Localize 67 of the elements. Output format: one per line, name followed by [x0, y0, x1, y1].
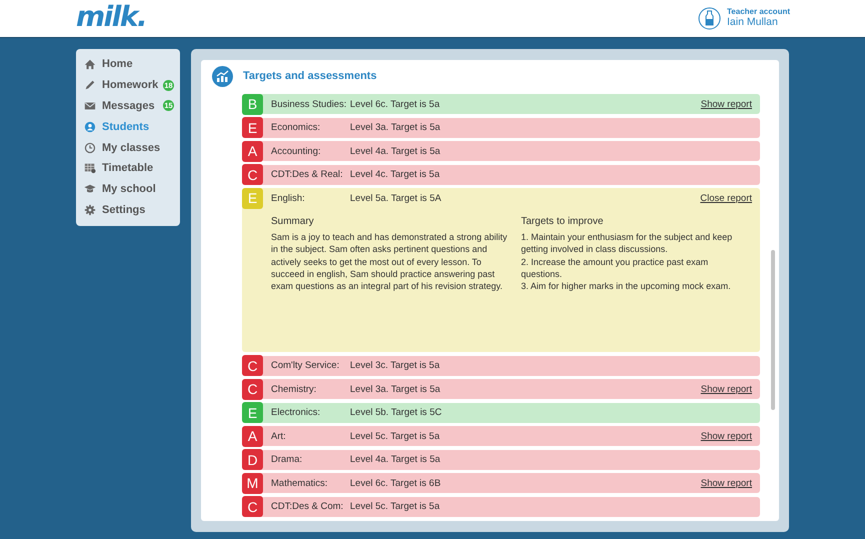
person-icon: [84, 120, 96, 133]
target-item: 1. Maintain your enthusiasm for the subject and keep getting involved in class discussions.: [521, 231, 734, 256]
level-text: Level 4c. Target is 5a: [350, 169, 441, 180]
level-text: Level 3a. Target is 5a: [350, 122, 442, 133]
grade-badge: A: [242, 140, 263, 162]
nav-item[interactable]: My school: [76, 178, 180, 200]
subject-name: Chemistry:: [271, 384, 318, 394]
subject-name: Com'lty Service:: [271, 360, 340, 371]
grade-badge: E: [242, 402, 263, 423]
grade-badge: E: [242, 117, 263, 138]
target-item: 3. Aim for higher marks in the upcoming mock exam.: [521, 280, 732, 292]
envelope-icon: [84, 100, 96, 112]
home-icon: [84, 58, 96, 70]
milk-logo: milk.: [76, 2, 146, 30]
account-type: Teacher account: [727, 8, 790, 17]
grade-badge: B: [242, 94, 263, 114]
grade-badge: M: [242, 472, 263, 494]
level-text: Level 3a. Target is 5a: [350, 384, 442, 394]
subject-name: Drama:: [271, 454, 304, 465]
grade-badge: D: [242, 449, 263, 470]
subject-name: CDT:Des & Real:: [271, 169, 344, 180]
level-text: Level 5c. Target is 5a: [350, 501, 441, 512]
show-report-link[interactable]: Show report: [700, 478, 752, 488]
subject-name: Mathematics:: [271, 478, 328, 488]
grid-icon: [84, 162, 96, 174]
subject-name: Electronics:: [271, 407, 322, 418]
cap-icon: [84, 183, 96, 196]
targets-heading: Targets to improve: [521, 216, 604, 228]
level-text: Level 6c. Target is 5a: [350, 98, 441, 110]
subject-name: CDT:Des & Com:: [271, 501, 344, 512]
nav-item[interactable]: Timetable: [76, 158, 180, 179]
chart-icon: [212, 66, 233, 86]
gear-icon: [84, 204, 96, 216]
level-text: Level 4a. Target is 5a: [350, 146, 442, 156]
nav-item[interactable]: Settings: [76, 200, 180, 220]
grade-badge: E: [242, 188, 263, 208]
level-text: Level 5b. Target is 5C: [350, 407, 443, 418]
panel-title: Targets and assessments: [243, 70, 377, 82]
level-text: Level 3c. Target is 5a: [350, 360, 441, 371]
account-name: Iain Mullan: [727, 17, 779, 29]
close-report-link[interactable]: Close report: [700, 192, 752, 204]
clock-icon: [84, 142, 96, 154]
nav-item[interactable]: My classes: [76, 137, 180, 158]
show-report-link[interactable]: Show report: [700, 430, 752, 442]
summary-heading: Summary: [271, 216, 315, 228]
pencil-icon: [84, 79, 96, 92]
target-item: 2. Increase the amount you practice past exam questions.: [521, 256, 710, 280]
level-text: Level 5a. Target is 5A: [350, 192, 442, 204]
subject-name: Economics:: [271, 122, 322, 133]
level-text: Level 6c. Target is 6B: [350, 478, 442, 488]
subject-name: Accounting:: [271, 146, 322, 156]
subject-name: English:: [271, 192, 306, 204]
subject-name: Business Studies:: [271, 98, 348, 110]
milk-bottle-icon: [698, 7, 722, 30]
show-report-link[interactable]: Show report: [700, 384, 752, 394]
level-text: Level 4a. Target is 5a: [350, 454, 442, 465]
grade-badge: C: [242, 355, 263, 376]
subject-name: Art:: [271, 430, 287, 442]
grade-badge: C: [242, 496, 263, 517]
grade-badge: C: [242, 378, 263, 400]
show-report-link[interactable]: Show report: [700, 98, 752, 110]
grade-badge: C: [242, 164, 263, 185]
summary-text: Sam is a joy to teach and has demonstrated a strong ability in the subject. Sam often asks pertinent questions and actively seeks to get the most out of every lesson. To succeed in english, Sam should practice answering past exam questions as an integral part of his revision strategy.: [271, 231, 508, 292]
grade-badge: A: [242, 426, 263, 446]
nav-item[interactable]: Home: [76, 54, 180, 75]
scrollbar-thumb[interactable]: [771, 250, 775, 410]
level-text: Level 5c. Target is 5a: [350, 430, 441, 442]
